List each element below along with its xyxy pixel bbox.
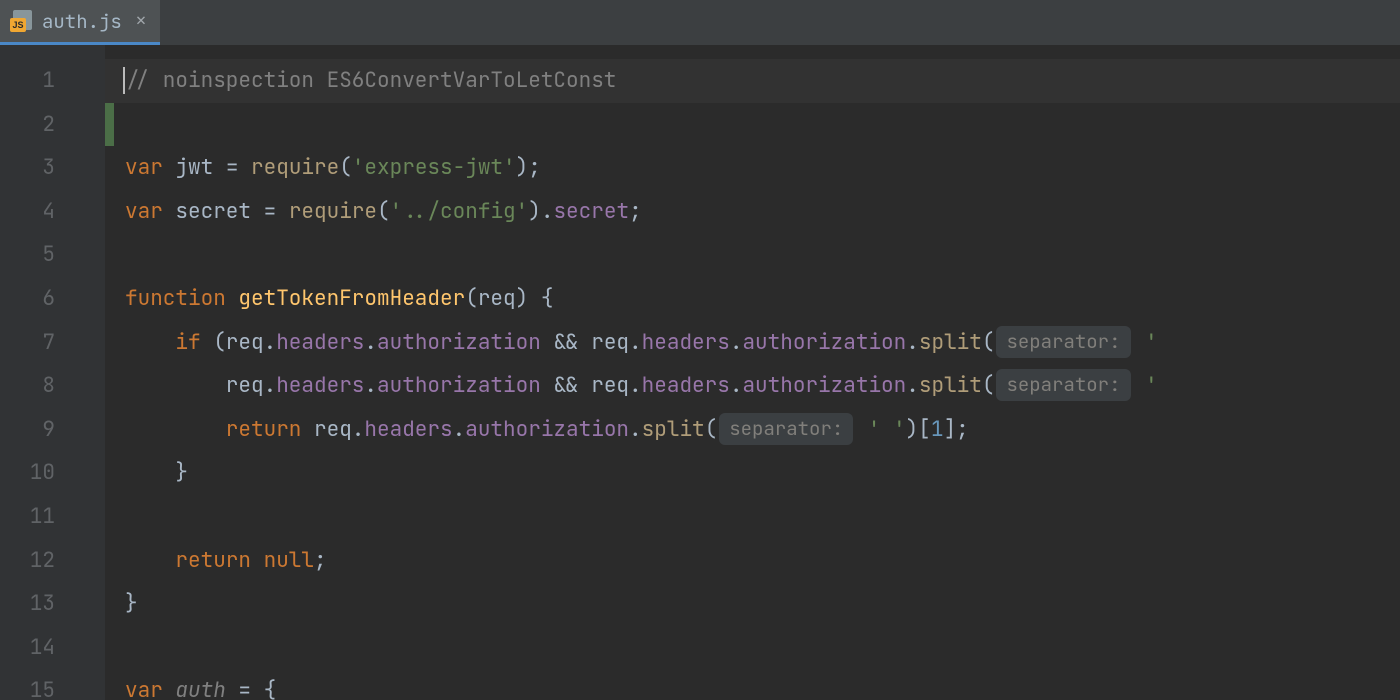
close-tab-icon[interactable]: ✕	[136, 10, 146, 32]
line-number: 2	[0, 103, 105, 147]
line-number: 1	[0, 59, 105, 103]
code-line[interactable]: return null;	[105, 539, 1400, 583]
comment: // noinspection ES6ConvertVarToLetConst	[125, 67, 616, 94]
code-line[interactable]: }	[105, 451, 1400, 495]
code-line[interactable]	[105, 495, 1400, 539]
parameter-hint: separator:	[719, 413, 853, 445]
code-line[interactable]: var jwt = require('express-jwt');	[105, 146, 1400, 190]
line-number: 12	[0, 539, 105, 583]
code-line[interactable]	[105, 103, 1400, 147]
line-number: 9	[0, 408, 105, 452]
code-line[interactable]: // noinspection ES6ConvertVarToLetConst	[105, 59, 1400, 103]
line-number: 7	[0, 321, 105, 365]
code-line[interactable]: var secret = require('../config').secret…	[105, 190, 1400, 234]
code-area[interactable]: // noinspection ES6ConvertVarToLetConst …	[105, 45, 1400, 700]
line-number: 10	[0, 451, 105, 495]
code-line[interactable]: function getTokenFromHeader(req) {	[105, 277, 1400, 321]
line-number: 4	[0, 190, 105, 234]
line-number: 6	[0, 277, 105, 321]
line-number: 13	[0, 582, 105, 626]
line-number: 11	[0, 495, 105, 539]
code-line[interactable]: if (req.headers.authorization && req.hea…	[105, 321, 1400, 365]
tab-bar: JS auth.js ✕	[0, 0, 1400, 45]
line-number: 3	[0, 146, 105, 190]
javascript-file-icon: JS	[10, 10, 32, 32]
code-line[interactable]: var auth = {	[105, 669, 1400, 700]
code-line[interactable]	[105, 626, 1400, 670]
parameter-hint: separator:	[996, 326, 1130, 358]
code-line[interactable]: req.headers.authorization && req.headers…	[105, 364, 1400, 408]
code-line[interactable]: return req.headers.authorization.split(s…	[105, 408, 1400, 452]
parameter-hint: separator:	[996, 369, 1130, 401]
code-line[interactable]	[105, 233, 1400, 277]
line-number: 5	[0, 233, 105, 277]
code-line[interactable]: }	[105, 582, 1400, 626]
code-editor[interactable]: 1 2 3 4 5 6 7 8 9 10 11 12 13 14 15 // n…	[0, 45, 1400, 700]
tab-filename: auth.js	[42, 9, 122, 34]
editor-tab-auth-js[interactable]: JS auth.js ✕	[0, 0, 160, 45]
line-number: 8	[0, 364, 105, 408]
line-number: 14	[0, 626, 105, 670]
gutter: 1 2 3 4 5 6 7 8 9 10 11 12 13 14 15	[0, 45, 105, 700]
line-number: 15	[0, 669, 105, 700]
